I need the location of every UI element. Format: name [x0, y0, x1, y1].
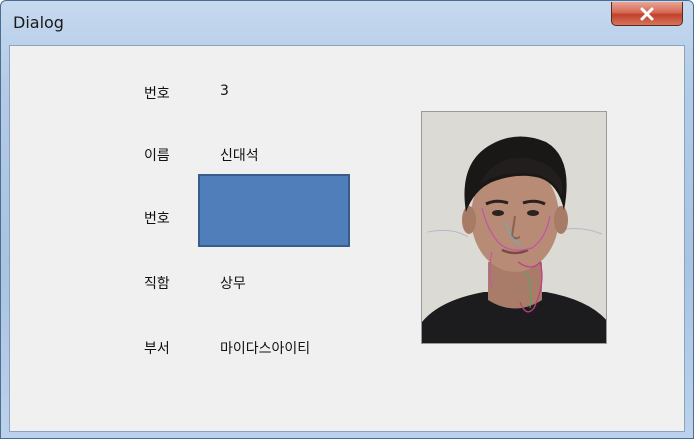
field-label-title: 직함 — [144, 276, 170, 292]
field-label-number-2: 번호 — [144, 211, 170, 227]
field-value-name: 신대석 — [220, 148, 259, 164]
profile-photo — [421, 111, 607, 344]
close-icon — [638, 6, 656, 22]
field-label-name: 이름 — [144, 148, 170, 164]
field-value-department: 마이다스아이티 — [220, 341, 311, 357]
window-title: Dialog — [13, 13, 64, 32]
field-label-department: 부서 — [144, 341, 170, 357]
dialog-content: 번호 3 이름 신대석 번호 직함 상무 부서 마이다스아이티 — [9, 45, 685, 432]
title-bar[interactable]: Dialog — [1, 1, 693, 45]
field-label-number: 번호 — [144, 86, 170, 102]
dialog-window: Dialog 번호 3 이름 신대석 번호 직함 상무 부서 마이다스아이티 — [0, 0, 694, 439]
close-button[interactable] — [611, 2, 683, 26]
number-field-box[interactable] — [198, 174, 350, 247]
field-value-title: 상무 — [220, 276, 246, 292]
field-value-number: 3 — [220, 83, 229, 99]
